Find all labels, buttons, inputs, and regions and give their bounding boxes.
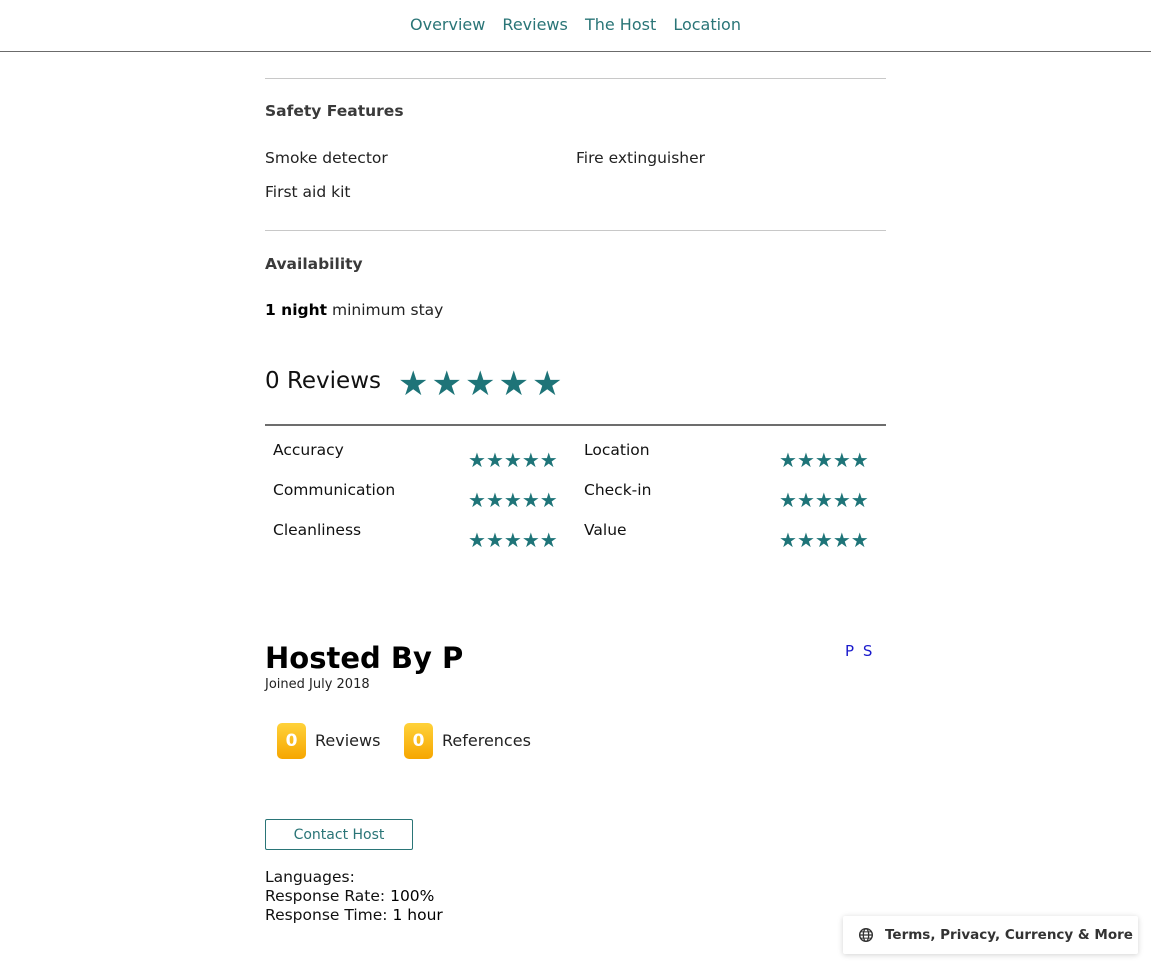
host-joined-date: Joined July 2018 <box>265 677 370 692</box>
languages-label: Languages: <box>265 868 355 886</box>
star-icon: ★ <box>521 488 540 512</box>
rating-category-value: Value <box>584 521 627 539</box>
response-rate-value: 100% <box>390 887 435 905</box>
star-icon: ★ <box>398 364 432 404</box>
star-icon: ★ <box>503 488 522 512</box>
star-icon: ★ <box>464 364 499 404</box>
host-languages: Languages: <box>265 868 355 887</box>
nav-location[interactable]: Location <box>673 15 741 34</box>
star-icon: ★ <box>503 448 522 472</box>
divider <box>265 78 886 79</box>
host-references-label: References <box>442 731 531 750</box>
reviews-divider <box>265 424 886 426</box>
overall-rating-stars: ★★★★★ <box>398 366 565 402</box>
star-icon: ★ <box>503 528 522 552</box>
response-time-label: Response Time: <box>265 906 388 924</box>
value-stars: ★★★★★ <box>779 530 869 550</box>
contact-host-button[interactable]: Contact Host <box>265 819 413 850</box>
host-response-rate: Response Rate: 100% <box>265 887 434 906</box>
star-icon: ★ <box>814 448 833 472</box>
safety-item-fire-extinguisher: Fire extinguisher <box>576 149 706 167</box>
nav-links: Overview Reviews The Host Location <box>0 15 1151 34</box>
nav-reviews[interactable]: Reviews <box>502 15 567 34</box>
safety-item-smoke-detector: Smoke detector <box>265 149 388 167</box>
star-icon: ★ <box>779 528 797 552</box>
star-icon: ★ <box>796 488 815 512</box>
footer-terms-label: Terms, Privacy, Currency & More <box>885 927 1133 943</box>
star-icon: ★ <box>539 448 558 472</box>
min-stay-suffix: minimum stay <box>327 301 444 319</box>
communication-stars: ★★★★★ <box>468 490 558 510</box>
star-icon: ★ <box>850 448 869 472</box>
star-icon: ★ <box>832 528 851 552</box>
host-response-time: Response Time: 1 hour <box>265 906 443 925</box>
divider <box>265 230 886 231</box>
check-in-stars: ★★★★★ <box>779 490 869 510</box>
star-icon: ★ <box>539 488 558 512</box>
availability-text: 1 night minimum stay <box>265 301 443 319</box>
response-rate-label: Response Rate: <box>265 887 386 905</box>
rating-category-cleanliness: Cleanliness <box>273 521 362 539</box>
star-icon: ★ <box>814 488 833 512</box>
footer-terms-button[interactable]: Terms, Privacy, Currency & More <box>843 916 1138 954</box>
cleanliness-stars: ★★★★★ <box>468 530 558 550</box>
star-icon: ★ <box>521 448 540 472</box>
star-icon: ★ <box>485 528 504 552</box>
star-icon: ★ <box>796 528 815 552</box>
star-icon: ★ <box>485 448 504 472</box>
host-reviews-label: Reviews <box>315 731 381 750</box>
host-title: Hosted By P <box>265 641 464 675</box>
host-avatar[interactable]: P S <box>845 642 874 660</box>
star-icon: ★ <box>779 448 797 472</box>
safety-item-first-aid-kit: First aid kit <box>265 183 351 201</box>
accuracy-stars: ★★★★★ <box>468 450 558 470</box>
host-reviews-badge: 0 <box>277 723 306 759</box>
star-icon: ★ <box>814 528 833 552</box>
star-icon: ★ <box>468 448 486 472</box>
host-references-badge: 0 <box>404 723 433 759</box>
star-icon: ★ <box>832 448 851 472</box>
safety-features-title: Safety Features <box>265 102 404 120</box>
star-icon: ★ <box>779 488 797 512</box>
star-icon: ★ <box>468 528 486 552</box>
nav-the-host[interactable]: The Host <box>585 15 656 34</box>
availability-title: Availability <box>265 255 363 273</box>
star-icon: ★ <box>850 488 869 512</box>
star-icon: ★ <box>832 488 851 512</box>
rating-category-accuracy: Accuracy <box>273 441 344 459</box>
top-navigation: Overview Reviews The Host Location <box>0 0 1151 52</box>
min-nights: 1 night <box>265 301 328 319</box>
rating-category-communication: Communication <box>273 481 396 499</box>
review-count: 0 Reviews <box>265 368 381 394</box>
globe-icon <box>858 927 874 943</box>
star-icon: ★ <box>431 364 465 404</box>
star-icon: ★ <box>539 528 558 552</box>
star-icon: ★ <box>498 364 532 404</box>
rating-category-check-in: Check-in <box>584 481 652 499</box>
rating-category-location: Location <box>584 441 650 459</box>
star-icon: ★ <box>521 528 540 552</box>
location-stars: ★★★★★ <box>779 450 869 470</box>
star-icon: ★ <box>796 448 815 472</box>
nav-overview[interactable]: Overview <box>410 15 485 34</box>
star-icon: ★ <box>485 488 504 512</box>
star-icon: ★ <box>531 364 566 404</box>
star-icon: ★ <box>850 528 869 552</box>
star-icon: ★ <box>468 488 486 512</box>
response-time-value: 1 hour <box>392 906 443 924</box>
